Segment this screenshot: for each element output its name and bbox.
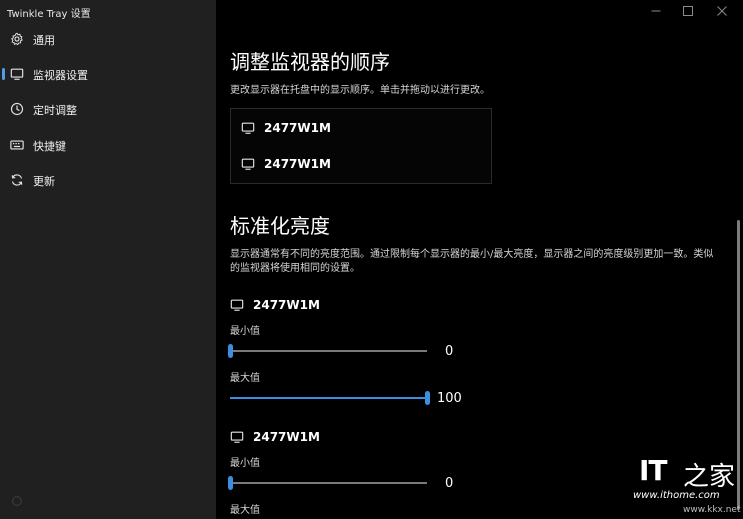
sidebar-item-label: 更新 [33, 175, 55, 188]
watermark: IT 之家 www.ithome.com www.kkx.net [625, 452, 741, 516]
clock-icon [10, 102, 24, 116]
watermark-url: www.ithome.com [633, 490, 720, 501]
slider-thumb[interactable] [228, 476, 233, 490]
monitor-order-list: 2477W1M 2477W1M [230, 108, 492, 184]
normalize-description: 显示器通常有不同的亮度范围。通过限制每个显示器的最小/最大亮度，显示器之间的亮度… [230, 249, 714, 260]
max-slider[interactable] [230, 391, 430, 405]
minimize-button[interactable] [641, 2, 671, 20]
gear-icon [11, 32, 23, 46]
app-title: Twinkle Tray 设置 [7, 9, 91, 20]
min-label: 最小值 [230, 458, 260, 469]
normalize-title: 标准化亮度 [230, 214, 330, 238]
sidebar-item-monitors[interactable]: 监视器设置 [0, 59, 216, 89]
min-label: 最小值 [230, 326, 260, 337]
maximize-icon [683, 6, 693, 16]
order-item[interactable]: 2477W1M [241, 118, 331, 138]
keyboard-icon [10, 140, 24, 150]
monitor-icon [230, 299, 244, 311]
refresh-icon [11, 174, 23, 186]
monitor-name: 2477W1M [264, 121, 331, 135]
monitor-header: 2477W1M [230, 430, 320, 444]
monitor-header: 2477W1M [230, 298, 320, 312]
scrollbar[interactable] [737, 220, 740, 510]
reorder-title: 调整监视器的顺序 [230, 50, 390, 74]
sidebar-item-label: 定时调整 [33, 104, 77, 117]
settings-footer-icon[interactable] [10, 494, 24, 508]
maximize-button[interactable] [673, 2, 703, 20]
slider-thumb[interactable] [425, 391, 430, 405]
sidebar-item-label: 监视器设置 [33, 69, 88, 82]
min-value: 0 [445, 476, 454, 491]
sidebar-item-updates[interactable]: 更新 [0, 165, 216, 195]
slider-rail [230, 350, 427, 352]
watermark-logo-char: 之家 [683, 462, 736, 492]
sidebar-item-label: 通用 [33, 34, 55, 47]
active-indicator [2, 68, 5, 80]
max-label: 最大值 [230, 505, 260, 516]
min-slider[interactable] [228, 344, 427, 358]
slider-rail [230, 482, 427, 484]
main-content: 调整监视器的顺序 更改显示器在托盘中的显示顺序。单击并拖动以进行更改。 2477… [216, 0, 743, 519]
sidebar-item-schedule[interactable]: 定时调整 [0, 94, 216, 124]
max-value: 100 [437, 391, 462, 406]
sidebar-item-label: 快捷键 [33, 140, 66, 153]
monitor-icon [241, 122, 255, 134]
order-item[interactable]: 2477W1M [241, 154, 331, 174]
max-label: 最大值 [230, 373, 260, 384]
monitor-name: 2477W1M [264, 157, 331, 171]
sidebar-item-general[interactable]: 通用 [0, 24, 216, 54]
watermark-logo: IT [639, 454, 668, 487]
monitor-name: 2477W1M [253, 430, 320, 444]
sidebar: Twinkle Tray 设置 通用 监视器设置 定时调整 快捷键 更新 [0, 0, 216, 519]
monitor-icon [241, 158, 255, 170]
watermark-url-secondary: www.kkx.net [683, 505, 741, 515]
monitor-icon [10, 68, 24, 80]
monitor-icon [230, 431, 244, 443]
normalize-description: 的监视器将使用相同的设置。 [230, 263, 360, 274]
min-value: 0 [445, 344, 454, 359]
minimize-icon [651, 10, 661, 12]
sidebar-item-hotkeys[interactable]: 快捷键 [0, 130, 216, 160]
close-button[interactable] [707, 2, 737, 20]
close-icon [717, 6, 727, 16]
reorder-description: 更改显示器在托盘中的显示顺序。单击并拖动以进行更改。 [230, 85, 490, 96]
monitor-name: 2477W1M [253, 298, 320, 312]
slider-thumb[interactable] [228, 344, 233, 358]
slider-fill [230, 397, 427, 399]
min-slider[interactable] [228, 476, 427, 490]
